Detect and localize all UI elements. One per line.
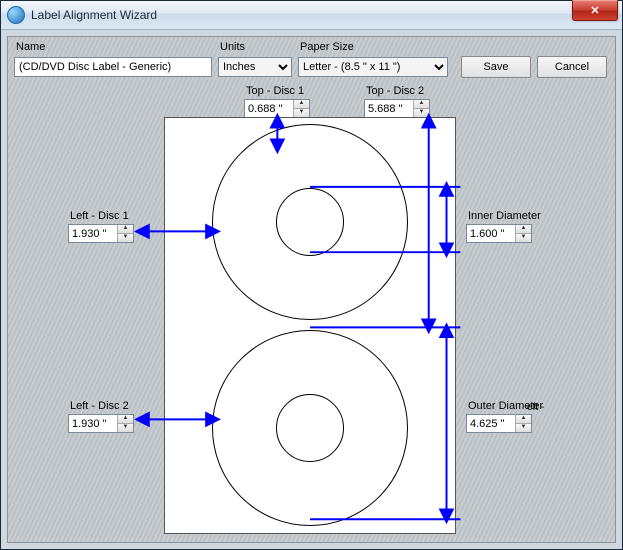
left-disc1-input[interactable]: ▲▼ (68, 224, 134, 243)
outer-diameter-input[interactable]: ▲▼ (466, 414, 532, 433)
outer-diameter-field[interactable] (467, 415, 515, 432)
spinner-buttons[interactable]: ▲▼ (515, 415, 531, 432)
left-disc2-field[interactable] (69, 415, 117, 432)
inner-diameter-label: Inner Diameter (468, 210, 541, 222)
top-disc2-input[interactable]: ▲▼ (364, 99, 430, 118)
cancel-button[interactable]: Cancel (537, 56, 607, 78)
spinner-buttons[interactable]: ▲▼ (413, 100, 429, 117)
spinner-buttons[interactable]: ▲▼ (293, 100, 309, 117)
left-disc1-label: Left - Disc 1 (70, 210, 129, 222)
window-frame: Label Alignment Wizard ✕ Name Units Inch… (0, 0, 623, 550)
units-select[interactable]: Inches (218, 57, 292, 77)
close-icon: ✕ (590, 4, 599, 17)
top-disc2-field[interactable] (365, 100, 413, 117)
work-area: Top - Disc 1 ▲▼ Top - Disc 2 ▲▼ Left - D… (8, 87, 615, 542)
close-button[interactable]: ✕ (572, 0, 618, 21)
spinner-buttons[interactable]: ▲▼ (117, 225, 133, 242)
client-area: Name Units Inches Paper Size Letter - (8… (7, 36, 616, 543)
spinner-buttons[interactable]: ▲▼ (117, 415, 133, 432)
inner-diameter-input[interactable]: ▲▼ (466, 224, 532, 243)
papersize-select[interactable]: Letter - (8.5 " x 11 ") (298, 57, 448, 77)
top-disc1-input[interactable]: ▲▼ (244, 99, 310, 118)
window-title: Label Alignment Wizard (31, 8, 572, 22)
units-label: Units (220, 41, 245, 53)
name-input[interactable] (14, 57, 212, 77)
top-disc1-field[interactable] (245, 100, 293, 117)
save-button[interactable]: Save (461, 56, 531, 78)
left-disc2-label: Left - Disc 2 (70, 400, 129, 412)
spinner-buttons[interactable]: ▲▼ (515, 225, 531, 242)
left-disc1-field[interactable] (69, 225, 117, 242)
titlebar[interactable]: Label Alignment Wizard ✕ (1, 1, 622, 30)
disc2-inner (276, 394, 344, 462)
outer-diameter-tail: eft - (527, 402, 544, 413)
app-icon (7, 6, 25, 24)
top-disc1-label: Top - Disc 1 (246, 85, 304, 97)
settings-row: Name Units Inches Paper Size Letter - (8… (14, 41, 609, 81)
papersize-label: Paper Size (300, 41, 354, 53)
disc1-inner (276, 188, 344, 256)
paper-preview (164, 117, 456, 534)
inner-diameter-field[interactable] (467, 225, 515, 242)
name-label: Name (16, 41, 45, 53)
top-disc2-label: Top - Disc 2 (366, 85, 424, 97)
left-disc2-input[interactable]: ▲▼ (68, 414, 134, 433)
